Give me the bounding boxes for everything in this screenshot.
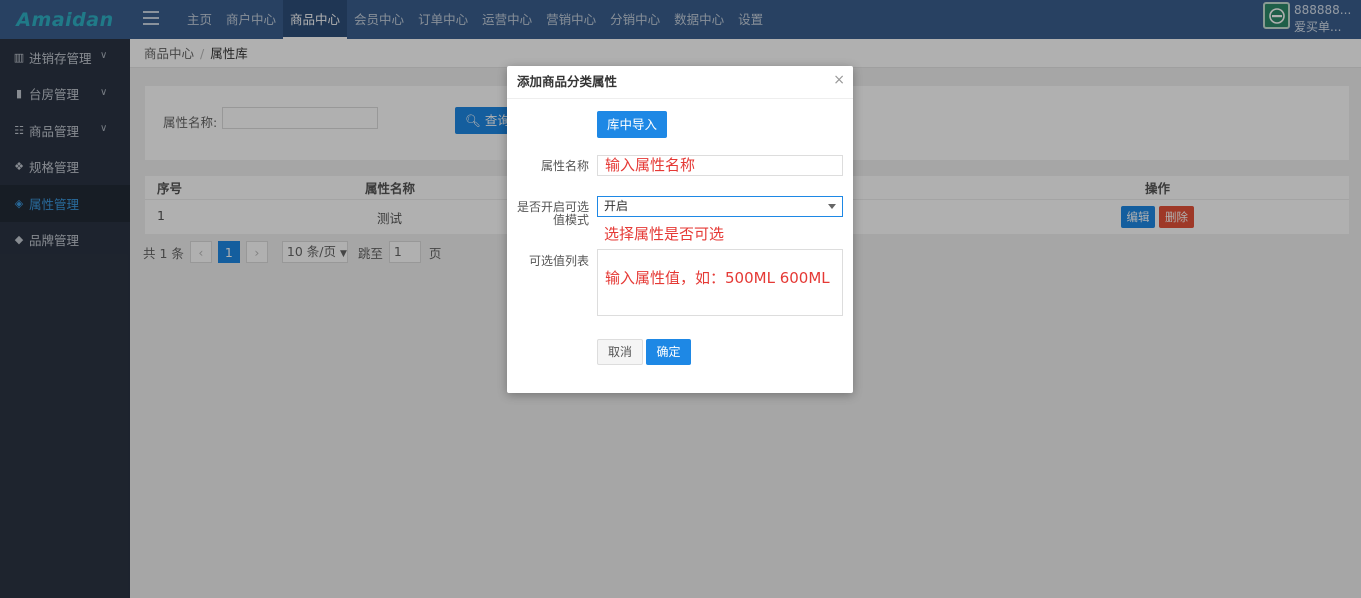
confirm-button[interactable]: 确定: [646, 339, 691, 365]
import-from-library-button[interactable]: 库中导入: [597, 111, 667, 138]
mode-label-line2: 值模式: [552, 213, 589, 227]
optional-mode-value: 开启: [604, 199, 629, 213]
caret-down-icon: [828, 204, 836, 209]
mode-label: 是否开启可选 值模式: [515, 201, 589, 227]
dialog-title: 添加商品分类属性: [507, 66, 853, 99]
values-label: 可选值列表: [528, 254, 589, 268]
cancel-button[interactable]: 取消: [597, 339, 643, 365]
mode-hint: 选择属性是否可选: [604, 225, 725, 243]
values-textarea[interactable]: 输入属性值，如：500ML 600ML: [597, 249, 843, 316]
add-attribute-dialog: 添加商品分类属性 × 库中导入 属性名称 输入属性名称 是否开启可选 值模式 开…: [507, 66, 853, 393]
close-icon[interactable]: ×: [833, 72, 845, 88]
name-label: 属性名称: [540, 159, 589, 173]
optional-mode-select[interactable]: 开启: [597, 196, 843, 217]
attribute-name-input[interactable]: 输入属性名称: [597, 155, 843, 176]
